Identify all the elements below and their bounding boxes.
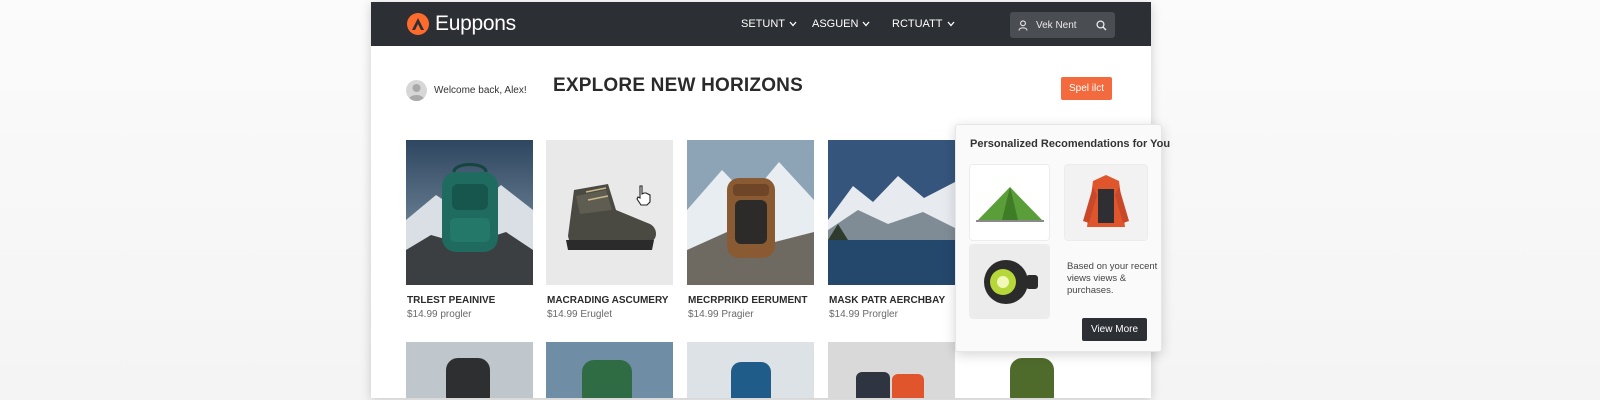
brand[interactable]: Euppons: [407, 12, 516, 36]
recommendation-item[interactable]: [970, 165, 1049, 240]
recommendations-panel: Personalized Recomendations for You Base…: [955, 124, 1170, 352]
product-price: $14.99 Prorgler: [829, 309, 898, 320]
search-icon[interactable]: [1096, 19, 1107, 31]
nav-item-label: SETUNT: [741, 18, 785, 30]
backpack-teal-image: [406, 140, 533, 285]
recommendation-item[interactable]: [1065, 165, 1147, 240]
nav-item-label: ASGUEN: [812, 18, 859, 30]
search-label: Vek Nent: [1036, 19, 1077, 31]
jacket-icon: [1065, 165, 1147, 240]
top-navigation-bar: Euppons SETUNT ASGUEN RCTUATT Vek Nent: [371, 2, 1151, 46]
nav-item-asguen[interactable]: ASGUEN: [812, 18, 870, 30]
product-card[interactable]: MACRADING ASCUMERY $14.99 Eruglet: [546, 140, 673, 320]
product-thumbnail[interactable]: [406, 342, 533, 398]
product-card[interactable]: TRLEST PEAINIVE $14.99 progler: [406, 140, 533, 320]
nav-item-label: RCTUATT: [892, 18, 943, 30]
welcome-message: Welcome back, Alex!: [434, 85, 527, 96]
nav-item-rctuatt[interactable]: RCTUATT: [892, 18, 955, 30]
backpack-blue-icon: [687, 342, 814, 398]
product-card[interactable]: MASK PATR AERCHBAY $14.99 Prorgler: [828, 140, 955, 320]
chevron-down-icon: [862, 21, 870, 27]
search-input[interactable]: Vek Nent: [1010, 12, 1115, 38]
backpack-dark-icon: [406, 342, 533, 398]
recommendation-item[interactable]: [970, 245, 1049, 318]
product-name: MACRADING ASCUMERY: [547, 295, 669, 306]
page: Euppons SETUNT ASGUEN RCTUATT Vek Nent W…: [0, 0, 1600, 400]
mountain-lake-image: [828, 140, 955, 285]
chevron-down-icon: [789, 21, 797, 27]
chevron-down-icon: [947, 21, 955, 27]
product-price: $14.99 Pragier: [688, 309, 754, 320]
recommendations-title: Personalized Recomendations for You: [970, 138, 1171, 150]
product-card[interactable]: MECRPRIKD EERUMENT $14.99 Pragier: [687, 140, 814, 320]
product-name: MECRPRIKD EERUMENT: [688, 295, 808, 306]
product-name: MASK PATR AERCHBAY: [829, 295, 946, 306]
headlamp-icon: [970, 245, 1049, 318]
product-thumbnail[interactable]: [546, 342, 673, 398]
brand-name: Euppons: [435, 12, 516, 35]
tent-icon: [970, 165, 1049, 240]
brand-logo-icon: [407, 13, 429, 35]
avatar[interactable]: [406, 80, 427, 101]
backpack-green-icon: [546, 342, 673, 398]
nav-item-setunt[interactable]: SETUNT: [741, 18, 797, 30]
product-price: $14.99 progler: [407, 309, 472, 320]
backpack-brown-image: [687, 140, 814, 285]
recommendations-note: Based on your recent views views & purch…: [1067, 261, 1158, 296]
page-title: EXPLORE NEW HORIZONS: [553, 75, 803, 96]
hiking-boot-image: [546, 140, 673, 285]
view-more-button[interactable]: View More: [1082, 318, 1147, 341]
product-price: $14.99 Eruglet: [547, 309, 613, 320]
pointer-hand-icon: [636, 185, 651, 206]
cta-button[interactable]: Spel ilct: [1061, 77, 1112, 100]
product-thumbnail[interactable]: [828, 342, 955, 398]
product-thumbnail[interactable]: [687, 342, 814, 398]
user-icon: [1018, 19, 1028, 31]
luggage-orange-icon: [828, 342, 955, 398]
product-name: TRLEST PEAINIVE: [407, 295, 496, 306]
